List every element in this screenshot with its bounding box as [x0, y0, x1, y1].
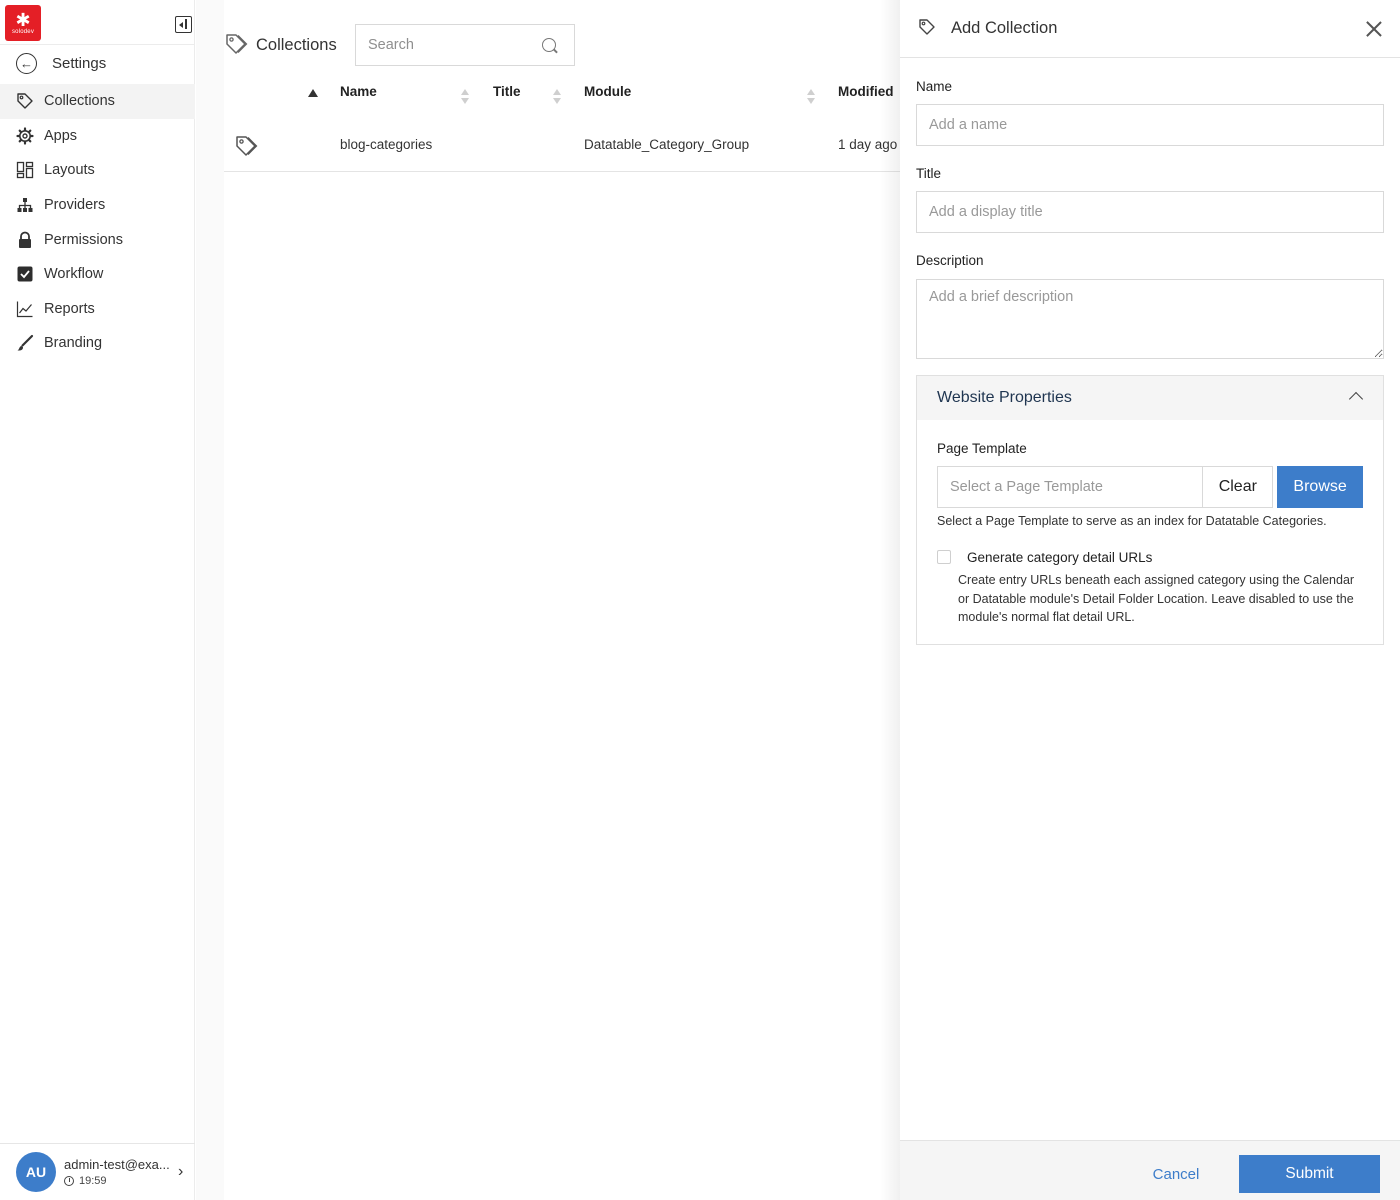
avatar: AU: [16, 1152, 56, 1192]
check-square-icon: [16, 265, 34, 283]
detail-urls-help: Create entry URLs beneath each assigned …: [958, 573, 1355, 624]
column-header-name[interactable]: Name: [340, 84, 377, 99]
sidebar-item-label: Apps: [44, 127, 78, 144]
arrow-left-circle-icon: ←: [16, 53, 37, 74]
tag-icon: [918, 18, 936, 39]
settings-nav: Collections Apps Layouts Providers Permi…: [0, 84, 195, 361]
chevron-right-icon[interactable]: ›: [178, 1163, 183, 1181]
sidebar-item-layouts[interactable]: Layouts: [0, 153, 195, 188]
page-template-label: Page Template: [937, 441, 1027, 456]
search-box: [355, 24, 575, 66]
layout-icon: [16, 161, 34, 179]
column-header-title[interactable]: Title: [493, 84, 521, 99]
sidebar-item-label: Layouts: [44, 162, 95, 179]
session-time-value: 19:59: [79, 1175, 107, 1187]
user-email: admin-test@exa...: [64, 1157, 170, 1172]
collapse-sidebar-icon[interactable]: [175, 16, 192, 33]
solodev-logo[interactable]: ✱ solodev: [5, 5, 41, 41]
sidebar-item-workflow[interactable]: Workflow: [0, 257, 195, 292]
sidebar-item-collections[interactable]: Collections: [0, 84, 195, 119]
sitemap-icon: [16, 196, 34, 214]
page-template-input[interactable]: [937, 466, 1204, 508]
drawer-shadow: [880, 0, 900, 1200]
sidebar-item-apps[interactable]: Apps: [0, 119, 195, 154]
drawer-header: Add Collection: [900, 0, 1400, 58]
sort-icon[interactable]: [461, 89, 469, 105]
sort-asc-icon[interactable]: [308, 89, 318, 97]
sidebar-item-label: Permissions: [44, 231, 123, 248]
panel-title: Website Properties: [937, 389, 1072, 406]
cell-module: Datatable_Category_Group: [584, 137, 750, 152]
sidebar-item-label: Collections: [44, 93, 115, 110]
detail-urls-checkbox[interactable]: [937, 550, 951, 564]
close-icon[interactable]: [1366, 21, 1382, 37]
page-template-help: Select a Page Template to serve as an in…: [937, 514, 1327, 528]
tag-icon: [234, 134, 258, 161]
sidebar: ✱ solodev ← Settings Collections Apps La…: [0, 0, 195, 1200]
description-label: Description: [916, 253, 984, 268]
sidebar-item-label: Workflow: [44, 266, 104, 283]
user-info: admin-test@exa... 19:59: [64, 1157, 176, 1187]
title-field[interactable]: [916, 191, 1384, 233]
user-menu[interactable]: AU admin-test@exa... 19:59 ›: [0, 1143, 195, 1200]
sidebar-item-permissions[interactable]: Permissions: [0, 222, 195, 257]
sidebar-item-branding[interactable]: Branding: [0, 326, 195, 361]
detail-urls-label[interactable]: Generate category detail URLs: [967, 550, 1152, 565]
table-row[interactable]: blog-categories Datatable_Category_Group…: [224, 122, 900, 172]
chevron-up-icon: [1348, 391, 1364, 407]
table-header: Name Title Module Modified: [224, 76, 900, 110]
tag-icon: [224, 32, 248, 59]
search-input[interactable]: [368, 37, 538, 53]
column-header-module[interactable]: Module: [584, 84, 631, 99]
website-properties-panel: Website Properties Page Template Clear B…: [916, 375, 1384, 645]
collections-view: Collections Name Title Module Modified b…: [224, 0, 900, 1200]
sidebar-item-label: Providers: [44, 197, 106, 214]
page-template-picker: Clear Browse: [937, 466, 1363, 508]
cell-name[interactable]: blog-categories: [340, 137, 432, 152]
line-chart-icon: [16, 300, 34, 318]
brush-icon: [16, 334, 34, 352]
sidebar-item-providers[interactable]: Providers: [0, 188, 195, 223]
back-label: Settings: [52, 55, 107, 72]
sort-icon[interactable]: [807, 89, 815, 105]
search-icon[interactable]: [542, 38, 556, 52]
name-label: Name: [916, 79, 953, 94]
submit-button[interactable]: Submit: [1239, 1155, 1380, 1193]
clock-icon: [64, 1176, 74, 1186]
page-header: Collections: [224, 24, 337, 66]
gear-icon: [16, 127, 34, 145]
add-collection-drawer: Add Collection Name Title Description We…: [900, 0, 1400, 1200]
description-field[interactable]: [916, 279, 1384, 359]
logo-wordmark: solodev: [11, 28, 35, 35]
browse-button[interactable]: Browse: [1277, 466, 1363, 508]
lock-icon: [16, 231, 34, 249]
sort-icon[interactable]: [553, 89, 561, 105]
drawer-title: Add Collection: [951, 19, 1058, 37]
main-content: Collections Name Title Module Modified b…: [196, 0, 900, 1200]
name-field[interactable]: [916, 104, 1384, 146]
tag-icon: [16, 92, 34, 110]
session-time: 19:59: [64, 1175, 176, 1187]
drawer-footer: Cancel Submit: [900, 1140, 1400, 1200]
sidebar-item-label: Reports: [44, 300, 95, 317]
page-title: Collections: [256, 35, 337, 54]
settings-back-link[interactable]: ← Settings: [0, 44, 195, 82]
title-label: Title: [916, 166, 942, 181]
sidebar-item-label: Branding: [44, 335, 103, 352]
logo-flower-icon: ✱: [15, 9, 31, 30]
sidebar-item-reports[interactable]: Reports: [0, 292, 195, 327]
clear-button[interactable]: Clear: [1203, 466, 1274, 508]
website-properties-toggle[interactable]: Website Properties: [917, 376, 1383, 420]
cancel-button[interactable]: Cancel: [1144, 1155, 1208, 1193]
